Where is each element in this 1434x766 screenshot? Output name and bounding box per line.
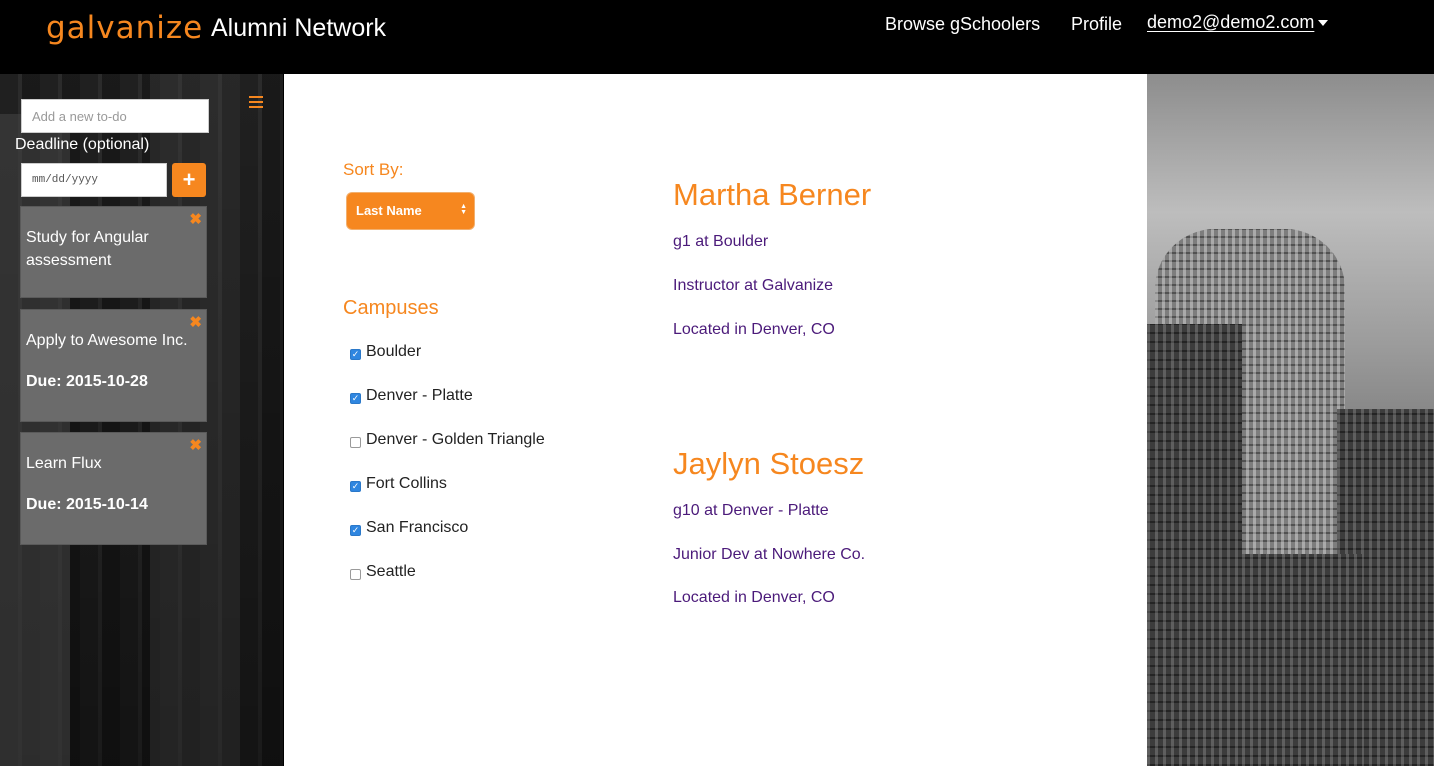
checkbox-checked[interactable]: ✓ bbox=[350, 525, 361, 536]
building bbox=[1242, 554, 1362, 766]
campus-label: Fort Collins bbox=[366, 475, 447, 492]
campus-filter-row[interactable]: ✓ Denver - Platte bbox=[350, 387, 473, 405]
campus-label: Seattle bbox=[366, 563, 416, 580]
campuses-heading: Campuses bbox=[343, 297, 439, 319]
campus-filter-row[interactable]: ✓ Boulder bbox=[350, 343, 421, 361]
deadline-label: Deadline (optional) bbox=[15, 136, 150, 153]
alumni-cohort: g10 at Denver - Platte bbox=[673, 502, 829, 519]
checkbox-checked[interactable]: ✓ bbox=[350, 481, 361, 492]
campus-label: San Francisco bbox=[366, 519, 469, 536]
alumni-name[interactable]: Martha Berner bbox=[673, 177, 871, 213]
alumni-location: Located in Denver, CO bbox=[673, 589, 835, 606]
sort-by-select[interactable]: Last Name ▲ ▼ bbox=[347, 193, 474, 229]
main-content: Sort By: Last Name ▲ ▼ Campuses ✓ Boulder… bbox=[284, 74, 1147, 766]
todo-due-date: Due: 2015-10-14 bbox=[26, 496, 148, 513]
todo-title: Learn Flux bbox=[26, 455, 102, 472]
menu-toggle-icon[interactable] bbox=[249, 96, 263, 108]
todo-card: ✖ Study for Angular assessment bbox=[20, 206, 207, 298]
date-placeholder: mm/dd/yyyy bbox=[32, 174, 99, 186]
checkbox-checked[interactable]: ✓ bbox=[350, 393, 361, 404]
todo-card: ✖ Apply to Awesome Inc. Due: 2015-10-28 bbox=[20, 309, 207, 422]
profile-link[interactable]: Profile bbox=[1071, 14, 1122, 35]
select-arrows-icon: ▲ ▼ bbox=[460, 203, 467, 216]
deadline-date-input[interactable]: mm/dd/yyyy bbox=[21, 163, 167, 197]
campus-filter-row[interactable]: Denver - Golden Triangle bbox=[350, 431, 545, 449]
alumni-job: Instructor at Galvanize bbox=[673, 277, 834, 294]
alumni-cohort: g1 at Boulder bbox=[673, 233, 769, 250]
checkbox-unchecked[interactable] bbox=[350, 437, 361, 448]
close-icon[interactable]: ✖ bbox=[189, 210, 202, 228]
todo-title: Apply to Awesome Inc. bbox=[26, 332, 188, 349]
galvanize-logo[interactable]: galvanize bbox=[46, 10, 203, 46]
user-email: demo2@demo2.com bbox=[1147, 12, 1315, 32]
campus-filter-row[interactable]: Seattle bbox=[350, 563, 416, 581]
campus-filter-row[interactable]: ✓ San Francisco bbox=[350, 519, 468, 537]
alumni-name[interactable]: Jaylyn Stoesz bbox=[673, 446, 864, 482]
city-skyline-image bbox=[1147, 74, 1434, 766]
app-title: Alumni Network bbox=[211, 14, 387, 42]
user-menu-dropdown[interactable]: demo2@demo2.com bbox=[1147, 12, 1329, 33]
campus-label: Denver - Golden Triangle bbox=[366, 431, 545, 448]
brand-text: galvanize bbox=[46, 10, 204, 46]
browse-gschoolers-link[interactable]: Browse gSchoolers bbox=[885, 14, 1040, 35]
campus-label: Denver - Platte bbox=[366, 387, 473, 404]
alumni-location: Located in Denver, CO bbox=[673, 321, 835, 338]
todo-title: Study for Angular assessment bbox=[26, 229, 149, 269]
todo-due-date: Due: 2015-10-28 bbox=[26, 373, 148, 390]
campus-filter-row[interactable]: ✓ Fort Collins bbox=[350, 475, 447, 493]
checkbox-checked[interactable]: ✓ bbox=[350, 349, 361, 360]
new-todo-input[interactable] bbox=[21, 99, 209, 133]
checkbox-unchecked[interactable] bbox=[350, 569, 361, 580]
building bbox=[1147, 324, 1242, 766]
top-navbar: galvanize Alumni Network Browse gSchoole… bbox=[0, 0, 1434, 74]
todo-card: ✖ Learn Flux Due: 2015-10-14 bbox=[20, 432, 207, 545]
todo-sidebar: Deadline (optional) mm/dd/yyyy + ✖ Study… bbox=[0, 74, 283, 766]
close-icon[interactable]: ✖ bbox=[189, 436, 202, 454]
sort-selected-value: Last Name bbox=[356, 203, 422, 218]
caret-down-icon bbox=[1318, 20, 1329, 27]
alumni-job: Junior Dev at Nowhere Co. bbox=[673, 546, 866, 563]
campus-label: Boulder bbox=[366, 343, 422, 360]
add-todo-button[interactable]: + bbox=[172, 163, 206, 197]
sort-by-label: Sort By: bbox=[343, 160, 404, 179]
close-icon[interactable]: ✖ bbox=[189, 313, 202, 331]
